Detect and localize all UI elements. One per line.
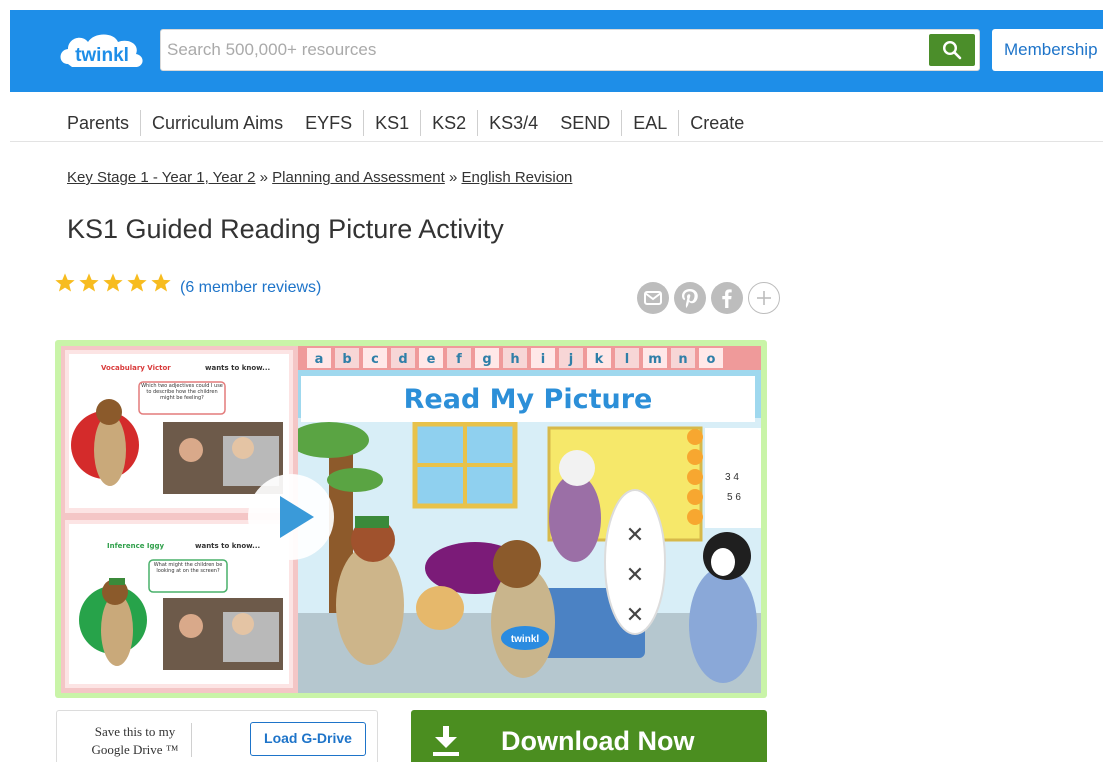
star-icon bbox=[55, 273, 75, 292]
breadcrumb-english-revision[interactable]: English Revision bbox=[461, 169, 572, 186]
facebook-icon bbox=[722, 289, 732, 308]
share-more-button[interactable] bbox=[748, 282, 780, 314]
logo-text: twinkl bbox=[75, 45, 129, 66]
share-email-button[interactable] bbox=[637, 282, 669, 314]
email-icon bbox=[644, 291, 662, 305]
card1-heading-name: Vocabulary Victor bbox=[101, 364, 171, 372]
plus-icon bbox=[757, 291, 771, 305]
download-now-label: Download Now bbox=[501, 726, 695, 756]
card1-speech-bubble: Which two adjectives could I use to desc… bbox=[141, 383, 223, 401]
pinterest-icon bbox=[682, 289, 698, 308]
main-nav: Parents Curriculum Aims EYFS KS1 KS2 KS3… bbox=[56, 104, 755, 142]
breadcrumb-planning-assessment[interactable]: Planning and Assessment bbox=[272, 169, 445, 186]
search-input[interactable] bbox=[167, 30, 927, 70]
number-chart-2: 5 6 bbox=[727, 492, 741, 503]
top-header-bar: twinkl Membership bbox=[10, 10, 1103, 92]
search-box bbox=[160, 29, 980, 71]
nav-item-ks3-4[interactable]: KS3/4 bbox=[478, 110, 549, 136]
alphabet-letter: f bbox=[456, 352, 462, 367]
card2-heading-name: Inference Iggy bbox=[107, 542, 165, 550]
twinkl-logo[interactable]: twinkl bbox=[58, 30, 148, 74]
nav-item-eal[interactable]: EAL bbox=[622, 110, 680, 136]
nav-divider bbox=[10, 141, 1103, 142]
alphabet-letter: d bbox=[398, 352, 407, 367]
alphabet-letter: j bbox=[568, 352, 573, 367]
search-icon bbox=[942, 40, 962, 60]
breadcrumb: Key Stage 1 - Year 1, Year 2 » Planning … bbox=[67, 169, 572, 186]
google-drive-text-line-2: Google Drive ™ bbox=[91, 742, 179, 757]
breadcrumb-separator: » bbox=[448, 169, 458, 186]
bone-symbol-3: ✕ bbox=[626, 603, 644, 628]
nav-item-parents[interactable]: Parents bbox=[56, 110, 142, 136]
nav-item-send[interactable]: SEND bbox=[549, 110, 623, 136]
google-drive-divider bbox=[191, 723, 192, 757]
alphabet-letter: c bbox=[371, 352, 379, 367]
play-icon bbox=[280, 496, 314, 538]
preview-illustration: a b c d e f g h i j k l m n o 3 4 5 6 ✕ ✕ ✕ twinkl Rea… bbox=[61, 346, 761, 693]
star-rating bbox=[54, 272, 172, 294]
alphabet-letter: n bbox=[678, 352, 687, 367]
search-button[interactable] bbox=[929, 34, 975, 66]
alphabet-letter: e bbox=[427, 352, 436, 367]
nav-item-ks1[interactable]: KS1 bbox=[364, 110, 422, 136]
share-pinterest-button[interactable] bbox=[674, 282, 706, 314]
preview-main-title: Read My Picture bbox=[404, 384, 653, 415]
share-buttons bbox=[637, 282, 780, 314]
nav-item-curriculum-aims[interactable]: Curriculum Aims bbox=[141, 110, 294, 136]
alphabet-letter: m bbox=[648, 352, 662, 367]
member-reviews-link[interactable]: (6 member reviews) bbox=[180, 279, 321, 297]
play-video-button[interactable] bbox=[248, 474, 334, 560]
share-facebook-button[interactable] bbox=[711, 282, 743, 314]
alphabet-letter: g bbox=[482, 352, 491, 367]
google-drive-text-line-1: Save this to my bbox=[94, 724, 176, 739]
page-title: KS1 Guided Reading Picture Activity bbox=[67, 214, 504, 244]
star-icon bbox=[127, 273, 147, 292]
load-g-drive-button[interactable]: Load G-Drive bbox=[250, 722, 366, 756]
breadcrumb-separator: » bbox=[259, 169, 268, 186]
alphabet-banner: a b c d e f g h i j k l m n o bbox=[307, 348, 723, 368]
number-chart-1: 3 4 bbox=[725, 472, 739, 483]
google-drive-panel: Save this to my Google Drive ™ Load G-Dr… bbox=[56, 710, 378, 762]
google-drive-text: Save this to my Google Drive ™ bbox=[79, 723, 191, 759]
nav-item-create[interactable]: Create bbox=[679, 110, 755, 136]
breadcrumb-key-stage-1[interactable]: Key Stage 1 - Year 1, Year 2 bbox=[67, 169, 255, 186]
preview-watermark: twinkl bbox=[511, 634, 540, 645]
alphabet-letter: l bbox=[625, 352, 629, 367]
alphabet-letter: o bbox=[707, 352, 716, 367]
alphabet-letter: h bbox=[510, 352, 519, 367]
nav-item-eyfs[interactable]: EYFS bbox=[294, 110, 365, 136]
alphabet-letter: b bbox=[342, 352, 351, 367]
card1-heading-rest: wants to know... bbox=[205, 364, 270, 372]
nav-item-ks2[interactable]: KS2 bbox=[421, 110, 479, 136]
star-icon bbox=[79, 273, 99, 292]
bone-symbol-1: ✕ bbox=[626, 523, 644, 548]
alphabet-letter: k bbox=[595, 352, 604, 367]
resource-preview[interactable]: a b c d e f g h i j k l m n o 3 4 5 6 ✕ ✕ ✕ twinkl Rea… bbox=[55, 340, 767, 698]
download-icon bbox=[433, 726, 459, 756]
bone-symbol-2: ✕ bbox=[626, 563, 644, 588]
card2-speech-bubble: What might the children be looking at on… bbox=[153, 562, 223, 574]
star-icon bbox=[103, 273, 123, 292]
alphabet-letter: a bbox=[315, 352, 324, 367]
download-now-button[interactable]: Download Now bbox=[411, 710, 767, 762]
membership-button[interactable]: Membership bbox=[992, 29, 1103, 71]
star-icon bbox=[151, 273, 171, 292]
alphabet-letter: i bbox=[541, 352, 545, 367]
